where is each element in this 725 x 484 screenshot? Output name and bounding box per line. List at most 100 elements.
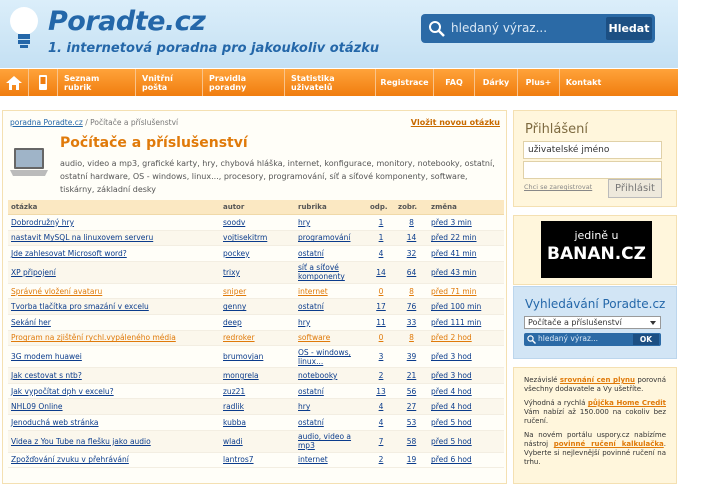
ad-link-2[interactable]: půjčka Home Credit [588,399,666,407]
nav-item-plus[interactable]: Plus+ [518,69,560,96]
username-field[interactable]: uživatelské jméno [523,141,662,159]
login-button[interactable]: Přihlásit [608,179,662,198]
question-link[interactable]: Zpožďování zvuku v přehrávání [11,455,129,464]
views-count[interactable]: 58 [407,437,417,446]
question-link[interactable]: NHL09 Online [11,402,63,411]
changed-time[interactable]: před 3 hod [431,371,472,380]
answers-count[interactable]: 2 [379,455,384,464]
site-logo[interactable]: Poradte.cz [48,6,206,37]
author-link[interactable]: brumovjan [223,352,263,361]
views-count[interactable]: 76 [407,302,417,311]
category-link[interactable]: internet [298,287,328,296]
category-link[interactable]: OS - windows, linux... [298,348,351,366]
changed-time[interactable]: před 43 min [431,268,477,277]
new-question-link[interactable]: Vložit novou otázku [411,118,500,127]
question-link[interactable]: Tvorba tlačítka pro smazání v excelu [11,302,149,311]
answers-count[interactable]: 4 [379,402,384,411]
views-count[interactable]: 27 [407,402,417,411]
views-count[interactable]: 33 [407,318,417,327]
category-link[interactable]: hry [298,402,310,411]
breadcrumb-home-link[interactable]: poradna Poradte.cz [10,118,83,127]
question-link[interactable]: Videa z You Tube na flešku jako audio [11,437,151,446]
category-link[interactable]: programování [298,233,350,242]
changed-time[interactable]: před 2 hod [431,333,472,342]
author-link[interactable]: trixy [223,268,240,277]
views-count[interactable]: 64 [407,268,417,277]
nav-item-darky[interactable]: Dárky [475,69,518,96]
nav-item-kontakt[interactable]: Kontakt [560,69,607,96]
nav-item-registrace[interactable]: Registrace [376,69,434,96]
views-count[interactable]: 8 [409,287,414,296]
views-count[interactable]: 19 [407,455,417,464]
answers-count[interactable]: 3 [379,352,384,361]
column-header-author[interactable]: autor [220,200,295,215]
changed-time[interactable]: před 22 min [431,233,477,242]
views-count[interactable]: 56 [407,387,417,396]
answers-count[interactable]: 14 [376,268,386,277]
changed-time[interactable]: před 5 hod [431,418,472,427]
answers-count[interactable]: 7 [379,437,384,446]
answers-count[interactable]: 0 [379,287,384,296]
author-link[interactable]: vojtisekitrm [223,233,267,242]
author-link[interactable]: deep [223,318,242,327]
views-count[interactable]: 14 [407,233,417,242]
question-link[interactable]: Jenoduchá web stránka [11,418,99,427]
nav-item-vnitrni-posta[interactable]: Vnitřní pošta [136,69,203,96]
column-header-category[interactable]: rubrika [295,200,367,215]
question-link[interactable]: Program na zjištění rychl.vypáleného méd… [11,333,176,342]
changed-time[interactable]: před 4 hod [431,387,472,396]
site-search-ok-button[interactable]: OK [633,334,659,345]
question-link[interactable]: Jak vypočítat dph v excelu? [11,387,114,396]
nav-item-faq[interactable]: FAQ [434,69,475,96]
answers-count[interactable]: 1 [379,218,384,227]
category-link[interactable]: notebooky [298,371,337,380]
changed-time[interactable]: před 100 min [431,302,481,311]
views-count[interactable]: 8 [409,218,414,227]
column-header-views[interactable]: zobr. [395,200,428,215]
author-link[interactable]: genny [223,302,246,311]
category-link[interactable]: hry [298,318,310,327]
author-link[interactable]: pockey [223,249,250,258]
views-count[interactable]: 8 [409,333,414,342]
answers-count[interactable]: 4 [379,249,384,258]
nav-item-statistika[interactable]: Statistika uživatelů [285,69,376,96]
views-count[interactable]: 39 [407,352,417,361]
password-field[interactable] [523,161,662,179]
register-link[interactable]: Chci se zaregistrovat [524,183,592,191]
changed-time[interactable]: před 4 hod [431,402,472,411]
author-link[interactable]: redroker [223,333,255,342]
category-link[interactable]: ostatní [298,249,324,258]
category-link[interactable]: audio, video a mp3 [298,432,351,450]
changed-time[interactable]: před 3 min [431,218,472,227]
search-input[interactable]: hledaný výraz... [451,21,547,35]
answers-count[interactable]: 4 [379,418,384,427]
question-link[interactable]: nastavit MySQL na linuxovem serveru [11,233,153,242]
nav-item-pravidla[interactable]: Pravidla poradny [203,69,285,96]
changed-time[interactable]: před 6 hod [431,455,472,464]
author-link[interactable]: radlik [223,402,244,411]
author-link[interactable]: soodv [223,218,245,227]
banan-ad-banner[interactable]: jedině u BANAN.CZ [541,221,652,278]
views-count[interactable]: 53 [407,418,417,427]
question-link[interactable]: Jde zahlesovat Microsoft word? [11,249,127,258]
category-select[interactable]: Počítače a příslušenství [524,316,661,329]
site-search-input[interactable]: hledaný výraz... [538,334,598,343]
category-link[interactable]: software [298,333,330,342]
answers-count[interactable]: 17 [376,302,386,311]
author-link[interactable]: zuz21 [223,387,245,396]
category-link[interactable]: ostatní [298,387,324,396]
column-header-answers[interactable]: odp. [367,200,395,215]
question-link[interactable]: Dobrodružný hry [11,218,74,227]
home-nav-button[interactable] [0,69,29,96]
question-link[interactable]: Správné vložení avataru [11,287,102,296]
question-link[interactable]: Sekání her [11,318,51,327]
question-link[interactable]: Jak cestovat s ntb? [11,371,82,380]
answers-count[interactable]: 13 [376,387,386,396]
column-header-question[interactable]: otázka [8,200,220,215]
author-link[interactable]: mongrela [223,371,259,380]
answers-count[interactable]: 11 [376,318,386,327]
changed-time[interactable]: před 5 hod [431,437,472,446]
category-link[interactable]: síť a síťové komponenty [298,263,345,281]
column-header-changed[interactable]: změna [428,200,504,215]
question-link[interactable]: 3G modem huawei [11,352,82,361]
